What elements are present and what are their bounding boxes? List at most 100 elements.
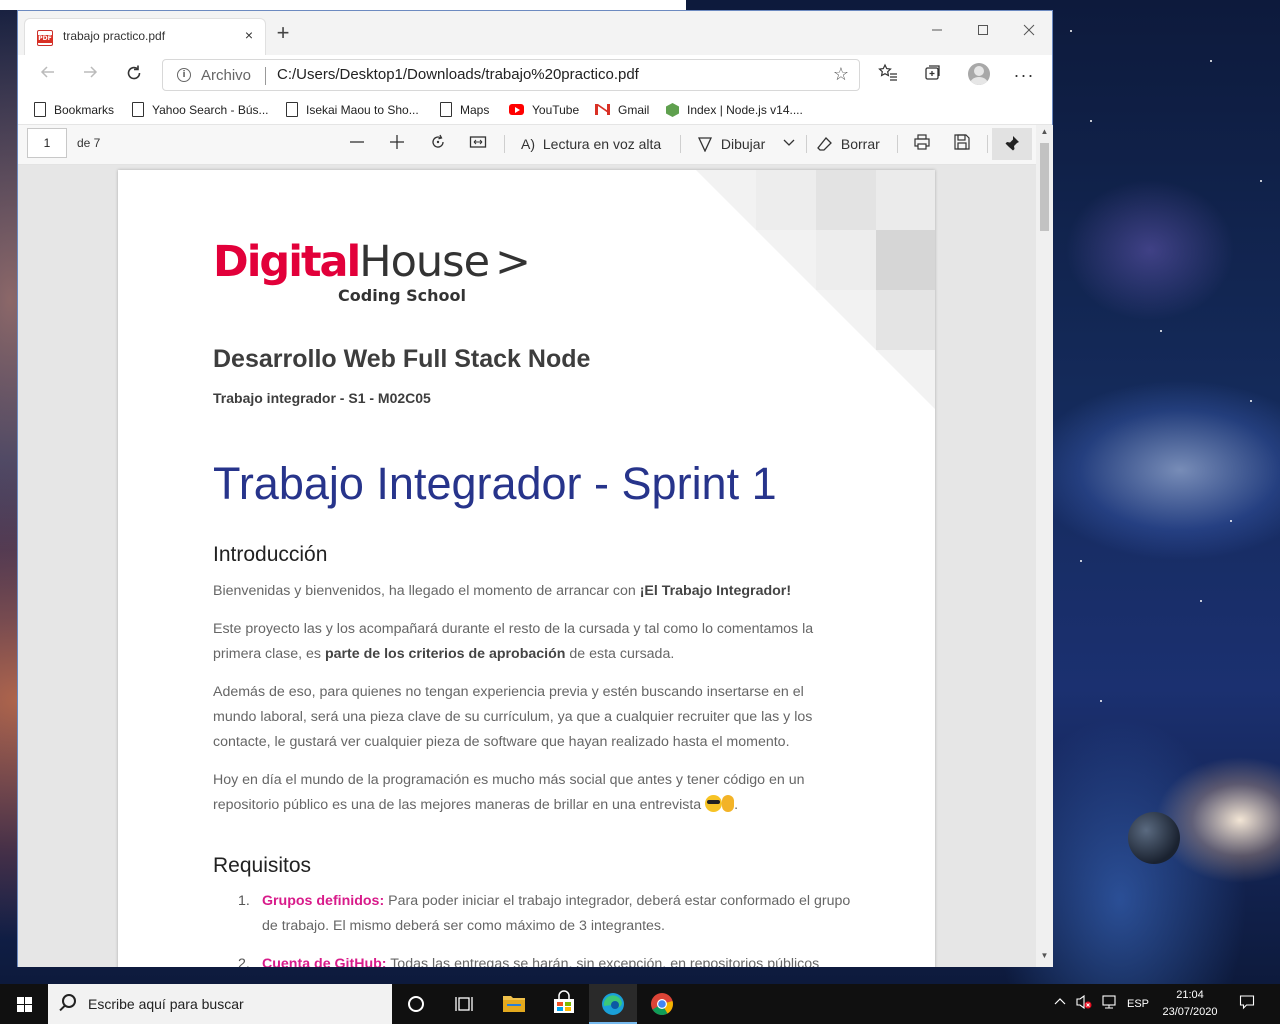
clock[interactable]: 21:04 23/07/2020 [1150, 987, 1230, 1021]
tab-active[interactable]: PDF trabajo practico.pdf × [24, 18, 266, 55]
start-button[interactable] [0, 984, 48, 1024]
bookmark-item[interactable]: Bookmarks [34, 101, 114, 119]
tab-strip: PDF trabajo practico.pdf × + [18, 11, 1052, 55]
read-aloud-icon: A) [521, 136, 535, 152]
youtube-icon [509, 104, 524, 115]
erase-button[interactable]: Borrar [817, 133, 880, 155]
list-item: 2. Cuenta de GitHub: Todas las entregas … [238, 956, 820, 967]
close-tab-icon[interactable]: × [241, 27, 257, 43]
nodejs-icon [666, 103, 679, 117]
forward-button[interactable] [78, 63, 102, 87]
page-icon [440, 102, 452, 117]
scroll-down-arrow-icon[interactable]: ▼ [1040, 951, 1049, 960]
toolbar-separator [806, 135, 807, 153]
rotate-icon[interactable] [429, 133, 447, 155]
intro-paragraph-1: Bienvenidas y bienvenidos, ha llegado el… [213, 583, 792, 599]
digitalhouse-logo: DigitalHouse > Coding School [213, 237, 531, 305]
url-separator [265, 67, 266, 85]
toolbar-separator [987, 135, 988, 153]
scrollbar-thumb[interactable] [1040, 143, 1049, 231]
taskbar-search-box[interactable]: Escribe aquí para buscar [48, 984, 392, 1024]
planet-graphic [1128, 812, 1180, 864]
bookmarks-bar: Bookmarks Yahoo Search - Bús... Isekai M… [18, 95, 1052, 125]
draw-options-chevron-down-icon[interactable] [782, 133, 796, 155]
taskbar: Escribe aquí para buscar ESP 21:04 23/07… [0, 984, 1280, 1024]
page-icon [34, 102, 46, 117]
more-menu-icon[interactable]: ··· [1012, 63, 1036, 87]
print-icon[interactable] [913, 133, 931, 155]
network-icon[interactable] [1098, 984, 1122, 1024]
page-icon [132, 102, 144, 117]
task-view-icon[interactable] [440, 984, 488, 1024]
windows-logo-icon [17, 997, 32, 1012]
requirements-heading: Requisitos [213, 854, 312, 877]
address-bar-row: i Archivo C:/Users/Desktop1/Downloads/tr… [18, 55, 1052, 95]
bookmark-item[interactable]: Index | Node.js v14.... [666, 101, 803, 119]
page-icon [286, 102, 298, 117]
add-favorite-star-icon[interactable]: ☆ [833, 64, 849, 85]
close-window-button[interactable] [1006, 16, 1052, 46]
page-count: de 7 [77, 136, 101, 150]
file-explorer-icon[interactable] [490, 984, 538, 1024]
back-button[interactable] [36, 63, 60, 87]
notifications-icon[interactable] [1234, 984, 1260, 1024]
language-indicator[interactable]: ESP [1124, 984, 1152, 1024]
bookmark-item[interactable]: YouTube [509, 101, 579, 119]
toolbar-separator [680, 135, 681, 153]
address-bar[interactable]: i Archivo C:/Users/Desktop1/Downloads/tr… [162, 59, 860, 91]
intro-paragraph-2: Este proyecto las y los acompañará duran… [213, 621, 814, 662]
edge-browser-icon[interactable] [589, 984, 637, 1024]
list-item: 1. Grupos definidos: Para poder iniciar … [238, 893, 851, 934]
page-number-input[interactable]: 1 [27, 128, 67, 158]
volume-muted-icon[interactable] [1073, 984, 1095, 1024]
profile-avatar[interactable] [968, 63, 990, 85]
intro-heading: Introducción [213, 543, 328, 566]
clock-date: 23/07/2020 [1162, 1006, 1218, 1018]
pdf-icon: PDF [37, 30, 53, 46]
toolbar-separator [504, 135, 505, 153]
bookmark-item[interactable]: Isekai Maou to Sho... [286, 101, 419, 119]
bookmark-item[interactable]: Yahoo Search - Bús... [132, 101, 269, 119]
search-placeholder: Escribe aquí para buscar [88, 996, 244, 1012]
collections-icon[interactable] [920, 63, 944, 87]
favorites-icon[interactable] [876, 63, 900, 87]
pdf-viewer[interactable]: DigitalHouse > Coding School Desarrollo W… [18, 165, 1036, 967]
url-text[interactable]: C:/Users/Desktop1/Downloads/trabajo%20pr… [277, 66, 639, 83]
draw-pen-icon [697, 136, 717, 153]
fit-width-icon[interactable] [469, 133, 487, 155]
toolbar-separator [897, 135, 898, 153]
show-hidden-icons-chevron-up-icon[interactable] [1050, 984, 1070, 1024]
eraser-icon [817, 136, 837, 152]
microsoft-store-icon[interactable] [540, 984, 588, 1024]
save-icon[interactable] [953, 133, 971, 155]
zoom-in-button[interactable] [388, 133, 406, 155]
pin-toolbar-icon[interactable] [992, 128, 1032, 160]
gmail-icon [595, 104, 610, 115]
intro-paragraph-3: Además de eso, para quienes no tengan ex… [213, 684, 813, 750]
draw-button[interactable]: Dibujar [697, 133, 765, 155]
url-scheme-label: Archivo [201, 67, 252, 84]
search-icon [62, 994, 76, 1008]
zoom-out-button[interactable] [348, 133, 366, 155]
course-subtitle: Trabajo integrador - S1 - M02C05 [213, 390, 431, 406]
scroll-up-arrow-icon[interactable]: ▲ [1040, 127, 1049, 136]
pdf-toolbar: 1 de 7 A) Lectura en voz alta Dibujar Bo… [18, 125, 1052, 165]
info-icon[interactable]: i [177, 68, 191, 82]
tab-title: trabajo practico.pdf [63, 29, 166, 43]
read-aloud-button[interactable]: A) Lectura en voz alta [521, 133, 661, 155]
document-title: Trabajo Integrador - Sprint 1 [213, 458, 777, 509]
new-tab-button[interactable]: + [272, 21, 294, 45]
cortana-icon[interactable] [392, 984, 440, 1024]
refresh-button[interactable] [122, 63, 146, 87]
chrome-icon[interactable] [638, 984, 686, 1024]
clock-time: 21:04 [1176, 989, 1204, 1001]
bookmark-item[interactable]: Maps [440, 101, 489, 119]
bookmark-item[interactable]: Gmail [595, 101, 649, 119]
background-window-edge [0, 0, 686, 10]
maximize-button[interactable] [960, 16, 1006, 46]
minimize-button[interactable] [914, 16, 960, 46]
vertical-scrollbar[interactable]: ▲ ▼ [1036, 125, 1053, 967]
course-title: Desarrollo Web Full Stack Node [213, 345, 591, 373]
intro-paragraph-4: Hoy en día el mundo de la programación e… [213, 772, 805, 813]
pdf-page: DigitalHouse > Coding School Desarrollo W… [118, 170, 935, 967]
